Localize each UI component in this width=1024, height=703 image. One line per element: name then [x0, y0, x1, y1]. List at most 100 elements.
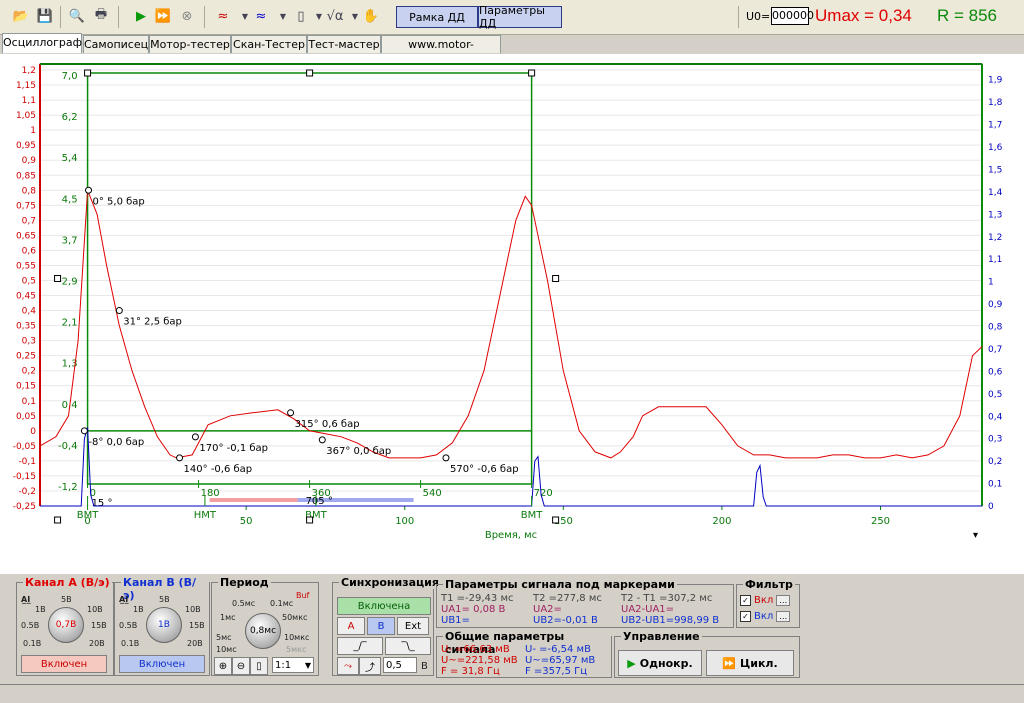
control-panel: Канал А (В/э) A̲I̲ 5В 1В 10В 0.5В 15В 0.… [0, 574, 1024, 684]
left-tick-label: 0,35 [16, 322, 36, 332]
frame-x-tick-label: 540 [423, 488, 442, 499]
ua1-value: UA1= 0,08 В [441, 604, 506, 615]
channel-a-wave-icon[interactable]: ≈ [214, 7, 232, 25]
cycle-run-button[interactable]: ⏩ Цикл. [706, 650, 794, 676]
page-icon[interactable]: ▯ [250, 657, 268, 675]
left-tick-label: 0,7 [22, 216, 36, 226]
dropdown-arrow-icon[interactable]: ▼ [274, 7, 292, 25]
tab-motor-tester[interactable]: Мотор-тестер [149, 35, 231, 53]
frame-x-tick-label: 180 [201, 488, 220, 499]
falling-edge-icon[interactable]: ‾\_ [385, 637, 431, 655]
right-tick-label: 1,6 [988, 143, 1003, 153]
u0-field[interactable]: 000000 [771, 7, 814, 25]
left-tick-label: -0,1 [18, 457, 36, 467]
ub1-value: UB1= [441, 615, 470, 626]
sync-group: Синхронизация Включена A B Ext _/‾ ‾\_ ⤳… [332, 576, 441, 676]
right-tick-label: 1,2 [988, 233, 1002, 243]
period-knob[interactable]: 0,8мс [245, 613, 281, 649]
right-tick-label: 1,7 [988, 121, 1002, 131]
x-tick-label: 200 [712, 516, 731, 527]
channel-b-wave-icon[interactable]: ≈ [252, 7, 270, 25]
rising-edge-icon[interactable]: _/‾ [337, 637, 383, 655]
annotation-marker [85, 186, 93, 194]
x-axis-title: Время, мс [485, 530, 537, 541]
channel-a-enable-button[interactable]: Включен [21, 655, 107, 673]
annotation-marker [80, 427, 88, 435]
range-label: 0.5В [119, 621, 138, 630]
stop-icon[interactable]: ⊗ [178, 7, 196, 25]
checkbox-checked-icon[interactable]: ✓ [740, 595, 751, 606]
auto-icon[interactable]: A̲I̲ [119, 595, 128, 604]
range-label: 20В [89, 639, 105, 648]
sync-source-b[interactable]: B [367, 617, 395, 635]
oscilloscope-chart[interactable]: -0,25 -0,2 -0,15 -0,1 -0,05 0 0,05 0,1 0,15 0,2 0,… [0, 54, 1024, 574]
right-tick-label: 0,1 [988, 480, 1002, 490]
zoom-in-icon[interactable]: ⊕ [214, 657, 232, 675]
filter-a-more-button[interactable]: … [776, 595, 791, 606]
left-tick-label: 0,85 [16, 171, 36, 181]
auto-icon[interactable]: A̲I̲ [21, 595, 30, 604]
frame-dd-button[interactable]: Рамка ДД [396, 6, 478, 28]
annotation-label: 170° -0,1 бар [199, 443, 268, 454]
chevron-down-icon: ▼ [304, 660, 311, 670]
left-tick-label: 0,45 [16, 292, 36, 302]
tab-scan-tester[interactable]: Скан-Тестер [231, 35, 307, 53]
channel-b-range-knob[interactable]: 1В [146, 607, 182, 643]
sync-source-a[interactable]: A [337, 617, 365, 635]
single-run-label: Однокр. [639, 656, 693, 670]
tab-test-master[interactable]: Тест-мастер [307, 35, 381, 53]
tab-recorder[interactable]: Самописец [83, 35, 149, 53]
tab-website[interactable]: www.motor-master.ru [381, 35, 501, 68]
range-label: 1В [35, 605, 46, 614]
dub-value: UB2-UB1=998,99 В [621, 615, 720, 626]
dead-center-label: BMT [521, 510, 543, 521]
channel-b-enable-button[interactable]: Включен [119, 655, 205, 673]
zoom-out-icon[interactable]: ⊖ [232, 657, 250, 675]
print-preview-icon[interactable]: 🔍 [68, 7, 86, 25]
left-tick-label: 1,05 [16, 111, 36, 121]
ua2-value: UA2= [533, 604, 562, 615]
scale-select[interactable]: 1:1 ▼ [272, 657, 314, 673]
scale-value: 1:1 [275, 659, 292, 671]
frame-x-tick-label: 720 [534, 488, 553, 499]
channel-a-range-knob[interactable]: 0,7В [48, 607, 84, 643]
resize-handle [306, 69, 314, 77]
toolbar-separator [738, 6, 739, 28]
params-dd-button[interactable]: Параметры ДД [478, 4, 562, 30]
sync-level-icon[interactable]: ⤴ [359, 657, 381, 675]
right-tick-label: 0,5 [988, 390, 1002, 400]
period-group: Период Buf 0.5мс 0.1мс 1мс 50мкс 5мс 10м… [211, 576, 319, 676]
checkbox-checked-icon[interactable]: ✓ [740, 611, 751, 622]
play-cycle-icon[interactable]: ⏩ [154, 7, 172, 25]
battery-icon[interactable]: ▯ [292, 7, 310, 25]
print-icon[interactable]: 🖶 [92, 7, 110, 25]
period-label: 5мс [216, 633, 232, 642]
sync-source-ext[interactable]: Ext [397, 617, 429, 635]
filter-group: Фильтр ✓ Вкл… ✓ Вкл… [736, 578, 800, 628]
tab-oscilloscope[interactable]: Осциллограф [2, 33, 82, 53]
right-tick-label: 0 [988, 502, 994, 512]
right-tick-label: 0,6 [988, 367, 1003, 377]
save-icon[interactable]: 💾 [36, 7, 54, 25]
resize-handle [54, 275, 62, 282]
filter-b-more-button[interactable]: … [776, 611, 791, 622]
left-tick-label: 0,95 [16, 141, 36, 151]
ub2-value: UB2=-0,01 В [533, 615, 598, 626]
hand-icon[interactable]: ✋ [362, 7, 380, 25]
open-folder-icon[interactable]: 📂 [12, 7, 30, 25]
math-function-icon[interactable]: √α [326, 7, 344, 25]
sync-enable-button[interactable]: Включена [337, 597, 431, 615]
single-run-button[interactable]: ▶ Однокр. [618, 650, 702, 676]
filter-b-row: ✓ Вкл… [740, 611, 791, 622]
period-title: Период [218, 576, 271, 589]
t2-value: T2 =277,8 мс [533, 593, 602, 604]
play-icon[interactable]: ▶ [132, 7, 150, 25]
range-label: 0.1В [23, 639, 42, 648]
filter-title: Фильтр [743, 578, 795, 591]
right-tick-label: 1,9 [988, 76, 1003, 86]
toolbar-separator [204, 6, 205, 28]
control-title: Управление [621, 630, 702, 643]
right-tick-label: 1,5 [988, 165, 1002, 175]
sync-mode-icon[interactable]: ⤳ [337, 657, 359, 675]
sync-level-input[interactable]: 0,5 [383, 657, 417, 673]
